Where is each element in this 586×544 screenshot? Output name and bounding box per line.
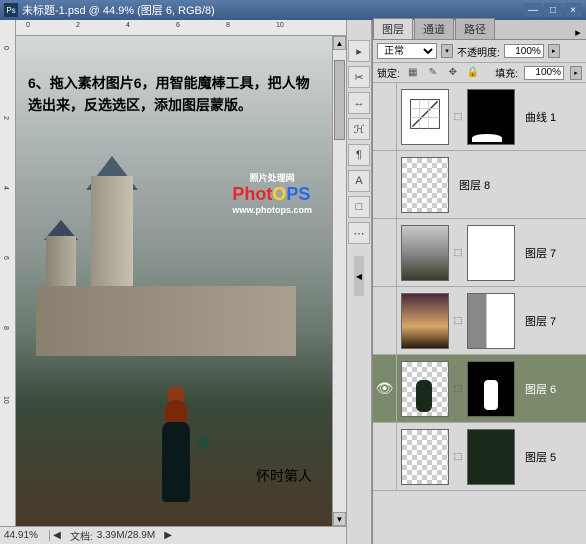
opacity-field[interactable]: 100%	[504, 44, 544, 58]
link-icon[interactable]: ⬚	[453, 315, 463, 326]
lock-label: 锁定:	[377, 65, 400, 80]
ruler-vertical[interactable]: 0246810	[0, 36, 16, 526]
tool-measure-icon[interactable]: ↔	[348, 92, 370, 114]
lock-transparent-icon[interactable]: ▦	[406, 66, 420, 80]
scroll-up-button[interactable]: ▲	[333, 36, 346, 50]
tab-paths[interactable]: 路径	[455, 18, 495, 39]
adjustment-thumb[interactable]	[401, 89, 449, 145]
zoom-field[interactable]: 44.91%	[0, 530, 50, 541]
tool-shape-icon[interactable]: □	[348, 196, 370, 218]
artist-signature: 怀时第人	[256, 466, 312, 486]
ps-icon: Ps	[4, 3, 18, 17]
visibility-toggle[interactable]: 👁	[373, 355, 397, 422]
link-icon[interactable]: ⬚	[453, 247, 463, 258]
mask-thumb[interactable]	[467, 225, 515, 281]
mask-thumb[interactable]	[467, 429, 515, 485]
opacity-label: 不透明度:	[457, 44, 500, 59]
ruler-horizontal[interactable]: 0246810	[0, 20, 346, 36]
opacity-arrow-icon[interactable]: ▸	[548, 44, 560, 58]
lock-pixels-icon[interactable]: ✎	[426, 66, 440, 80]
tool-more-icon[interactable]: ⋯	[348, 222, 370, 244]
visibility-toggle[interactable]	[373, 83, 397, 150]
vertical-scrollbar[interactable]: ▲ ▼	[332, 36, 346, 526]
visibility-toggle[interactable]	[373, 151, 397, 218]
panel-menu-icon[interactable]: ▸	[570, 26, 586, 39]
status-prev-icon[interactable]: ◀	[50, 529, 64, 543]
link-icon[interactable]: ⬚	[453, 451, 463, 462]
layer-row[interactable]: ⬚ 图层 5	[373, 423, 586, 491]
mask-thumb[interactable]	[467, 361, 515, 417]
castle-image	[36, 176, 216, 376]
link-icon[interactable]: ⬚	[453, 111, 463, 122]
blend-mode-select[interactable]: 正常	[377, 43, 437, 59]
lantern-icon	[198, 436, 208, 450]
fill-label: 填充:	[495, 65, 518, 80]
layer-thumb[interactable]	[401, 361, 449, 417]
lock-position-icon[interactable]: ✥	[446, 66, 460, 80]
layer-name[interactable]: 图层 8	[453, 177, 490, 193]
layers-list[interactable]: ⬚ 曲线 1 图层 8 ⬚ 图层	[373, 83, 586, 544]
layer-row[interactable]: ⬚ 图层 7	[373, 287, 586, 355]
canvas-viewport[interactable]: 6、拖入素材图片6，用智能魔棒工具，把人物选出来，反选选区，添加图层蒙版。 照片…	[16, 36, 332, 526]
visibility-toggle[interactable]	[373, 219, 397, 286]
tool-paragraph-icon[interactable]: ¶	[348, 144, 370, 166]
tab-channels[interactable]: 通道	[414, 18, 454, 39]
side-tool-strip: ▸ ✂ ↔ ℋ ¶ A □ ⋯ ◀	[346, 20, 372, 544]
layer-thumb[interactable]	[401, 293, 449, 349]
layer-row[interactable]: ⬚ 曲线 1	[373, 83, 586, 151]
fill-arrow-icon[interactable]: ▸	[570, 66, 582, 80]
layers-panel: 图层 通道 路径 ▸ 正常 ▾ 不透明度: 100% ▸ 锁定: ▦ ✎ ✥ 🔒…	[372, 20, 586, 544]
layer-thumb[interactable]	[401, 429, 449, 485]
tool-crop-icon[interactable]: ✂	[348, 66, 370, 88]
visibility-toggle[interactable]	[373, 423, 397, 490]
tab-layers[interactable]: 图层	[373, 18, 413, 39]
tool-arrange-icon[interactable]: ▸	[348, 40, 370, 62]
layer-thumb[interactable]	[401, 157, 449, 213]
document-title: 未标题-1.psd @ 44.9% (图层 6, RGB/8)	[22, 2, 215, 18]
mask-thumb[interactable]	[467, 293, 515, 349]
lock-all-icon[interactable]: 🔒	[466, 66, 480, 80]
layer-name[interactable]: 图层 7	[519, 313, 556, 329]
collapse-strip-icon[interactable]: ◀	[354, 256, 364, 296]
photops-logo: 照片处理网 PhotOPS www.photops.com	[232, 171, 312, 215]
document-area: 0246810 0246810 6、拖入素材图片6，用智能魔棒工具，把人物选出来…	[0, 20, 346, 544]
layer-name[interactable]: 图层 7	[519, 245, 556, 261]
mask-thumb[interactable]	[467, 89, 515, 145]
tool-history-icon[interactable]: ℋ	[348, 118, 370, 140]
visibility-toggle[interactable]	[373, 287, 397, 354]
instruction-text: 6、拖入素材图片6，用智能魔棒工具，把人物选出来，反选选区，添加图层蒙版。	[28, 72, 320, 117]
layer-name[interactable]: 图层 6	[519, 381, 556, 397]
scroll-thumb[interactable]	[334, 60, 345, 140]
minimize-button[interactable]: —	[524, 3, 542, 17]
document-title-bar: Ps 未标题-1.psd @ 44.9% (图层 6, RGB/8) — □ ×	[0, 0, 586, 20]
layer-row-selected[interactable]: 👁 ⬚ 图层 6	[373, 355, 586, 423]
layer-name[interactable]: 曲线 1	[519, 109, 556, 125]
person-figure	[156, 386, 196, 506]
link-icon[interactable]: ⬚	[453, 383, 463, 394]
curves-icon	[407, 96, 443, 137]
scroll-down-button[interactable]: ▼	[333, 512, 346, 526]
doc-size-value: 3.39M/28.9M	[97, 530, 155, 541]
canvas-content: 6、拖入素材图片6，用智能魔棒工具，把人物选出来，反选选区，添加图层蒙版。 照片…	[16, 36, 332, 526]
doc-size-label: 文档:	[70, 528, 93, 543]
layer-row[interactable]: 图层 8	[373, 151, 586, 219]
close-button[interactable]: ×	[564, 3, 582, 17]
layer-name[interactable]: 图层 5	[519, 449, 556, 465]
status-bar: 44.91% ◀ 文档: 3.39M/28.9M ▶	[0, 526, 346, 544]
maximize-button[interactable]: □	[544, 3, 562, 17]
layer-thumb[interactable]	[401, 225, 449, 281]
tool-character-icon[interactable]: A	[348, 170, 370, 192]
fill-field[interactable]: 100%	[524, 66, 564, 80]
status-menu-icon[interactable]: ▶	[161, 529, 175, 543]
layer-row[interactable]: ⬚ 图层 7	[373, 219, 586, 287]
blend-arrow-icon[interactable]: ▾	[441, 44, 453, 58]
